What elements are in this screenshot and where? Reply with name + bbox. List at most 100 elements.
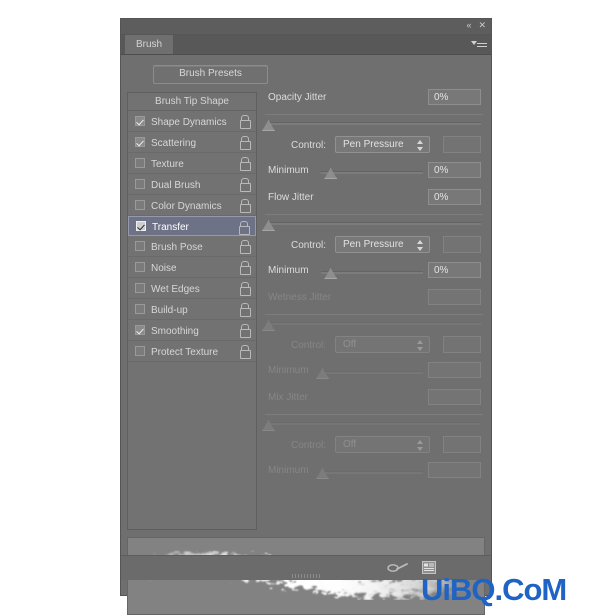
brush-option-checkbox[interactable] xyxy=(135,241,145,251)
control-side-field[interactable] xyxy=(443,436,481,453)
panel-menu-icon[interactable] xyxy=(471,38,487,50)
brush-option-checkbox[interactable] xyxy=(135,158,145,168)
brush-option-row[interactable]: Build-up xyxy=(128,299,256,320)
brush-option-row[interactable]: Transfer xyxy=(128,216,256,236)
brush-option-row[interactable]: Noise xyxy=(128,257,256,278)
brush-option-checkbox[interactable] xyxy=(135,137,145,147)
brush-option-row[interactable]: Shape Dynamics xyxy=(128,111,256,132)
control-dropdown[interactable]: Off xyxy=(335,336,430,353)
jitter-group: Mix Jitter Control: Off Minimum xyxy=(262,389,485,487)
minimum-value-field[interactable]: 0% xyxy=(428,162,481,178)
brush-option-checkbox[interactable] xyxy=(135,262,145,272)
control-label: Control: xyxy=(291,140,327,151)
lock-open-icon[interactable] xyxy=(239,240,251,254)
brush-option-label: Transfer xyxy=(152,222,189,233)
brush-option-row[interactable]: Brush Pose xyxy=(128,236,256,257)
brush-option-checkbox[interactable] xyxy=(136,221,146,231)
control-side-field[interactable] xyxy=(443,336,481,353)
brush-option-label: Shape Dynamics xyxy=(151,117,227,128)
jitter-title: Opacity Jitter xyxy=(268,92,327,103)
brush-option-row[interactable]: Scattering xyxy=(128,132,256,153)
control-side-field[interactable] xyxy=(443,236,481,253)
lock-open-icon[interactable] xyxy=(239,303,251,317)
jitter-title: Wetness Jitter xyxy=(268,292,332,303)
brush-option-row[interactable]: Color Dynamics xyxy=(128,195,256,216)
brush-option-list: Brush Tip Shape Shape Dynamics Scattering… xyxy=(127,92,257,530)
brush-option-row[interactable]: Smoothing xyxy=(128,320,256,341)
minimum-label: Minimum xyxy=(268,365,309,376)
brush-option-label: Smoothing xyxy=(151,326,199,337)
control-dropdown-value: Pen Pressure xyxy=(343,139,404,150)
control-dropdown[interactable]: Off xyxy=(335,436,430,453)
jitter-group: Flow Jitter 0% Control: Pen Pressure Minimum… xyxy=(262,189,485,287)
lock-open-icon[interactable] xyxy=(239,261,251,275)
brush-stroke-toggle-icon[interactable] xyxy=(387,561,409,575)
group-separator xyxy=(265,314,483,315)
jitter-slider-track[interactable] xyxy=(267,422,481,425)
chevron-updown-icon xyxy=(417,340,424,351)
control-dropdown[interactable]: Pen Pressure xyxy=(335,236,430,253)
minimum-label: Minimum xyxy=(268,465,309,476)
brush-option-label: Wet Edges xyxy=(151,284,200,295)
brush-presets-button[interactable]: Brush Presets xyxy=(153,65,268,84)
minimum-value-field[interactable] xyxy=(428,362,481,378)
lock-open-icon[interactable] xyxy=(239,178,251,192)
brush-tip-shape-header[interactable]: Brush Tip Shape xyxy=(128,93,256,111)
control-label: Control: xyxy=(291,440,327,451)
lock-open-icon[interactable] xyxy=(238,221,250,235)
brush-option-label: Build-up xyxy=(151,305,188,316)
panel-titlebar[interactable]: « ✕ xyxy=(121,19,491,35)
brush-option-label: Brush Pose xyxy=(151,242,203,253)
brush-option-checkbox[interactable] xyxy=(135,116,145,126)
jitter-value-field[interactable] xyxy=(428,389,481,405)
lock-open-icon[interactable] xyxy=(239,282,251,296)
collapse-icon[interactable]: « xyxy=(466,20,471,31)
jitter-value-field[interactable]: 0% xyxy=(428,189,481,205)
lock-open-icon[interactable] xyxy=(239,115,251,129)
lock-open-icon[interactable] xyxy=(239,345,251,359)
jitter-slider-track[interactable] xyxy=(267,122,481,125)
tab-brush[interactable]: Brush xyxy=(125,35,175,54)
panel-body: Brush Presets Brush Tip Shape Shape Dyna… xyxy=(121,55,491,615)
lock-open-icon[interactable] xyxy=(239,157,251,171)
chevron-updown-icon xyxy=(417,240,424,251)
brush-option-checkbox[interactable] xyxy=(135,304,145,314)
brush-option-checkbox[interactable] xyxy=(135,346,145,356)
brush-option-label: Protect Texture xyxy=(151,347,219,358)
close-icon[interactable]: ✕ xyxy=(478,20,486,31)
resize-grip[interactable] xyxy=(292,574,320,578)
jitter-title: Mix Jitter xyxy=(268,392,308,403)
minimum-slider-track[interactable] xyxy=(321,371,423,374)
jitter-value-field[interactable] xyxy=(428,289,481,305)
jitter-slider-track[interactable] xyxy=(267,322,481,325)
brush-option-checkbox[interactable] xyxy=(135,325,145,335)
minimum-value-field[interactable]: 0% xyxy=(428,262,481,278)
lock-open-icon[interactable] xyxy=(239,324,251,338)
brush-option-row[interactable]: Texture xyxy=(128,153,256,174)
minimum-value-field[interactable] xyxy=(428,462,481,478)
jitter-value-field[interactable]: 0% xyxy=(428,89,481,105)
control-label: Control: xyxy=(291,340,327,351)
brush-option-checkbox[interactable] xyxy=(135,200,145,210)
brush-option-checkbox[interactable] xyxy=(135,283,145,293)
control-dropdown[interactable]: Pen Pressure xyxy=(335,136,430,153)
group-separator xyxy=(265,114,483,115)
brush-option-checkbox[interactable] xyxy=(135,179,145,189)
lock-open-icon[interactable] xyxy=(239,199,251,213)
brush-option-label: Noise xyxy=(151,263,177,274)
site-watermark: UiBQ.CoM xyxy=(421,572,567,607)
jitter-group: Wetness Jitter Control: Off Minimum xyxy=(262,289,485,387)
brush-option-row[interactable]: Dual Brush xyxy=(128,174,256,195)
window-buttons: « ✕ xyxy=(466,20,486,31)
minimum-slider-track[interactable] xyxy=(321,471,423,474)
lock-open-icon[interactable] xyxy=(239,136,251,150)
control-side-field[interactable] xyxy=(443,136,481,153)
minimum-slider-track[interactable] xyxy=(321,271,423,274)
panel-tabbar: Brush xyxy=(121,35,491,55)
minimum-slider-track[interactable] xyxy=(321,171,423,174)
brush-panel: « ✕ Brush Brush Presets Brush Tip Shape … xyxy=(120,18,492,615)
brush-option-row[interactable]: Protect Texture xyxy=(128,341,256,362)
brush-option-row[interactable]: Wet Edges xyxy=(128,278,256,299)
jitter-slider-track[interactable] xyxy=(267,222,481,225)
brush-option-label: Scattering xyxy=(151,138,197,149)
